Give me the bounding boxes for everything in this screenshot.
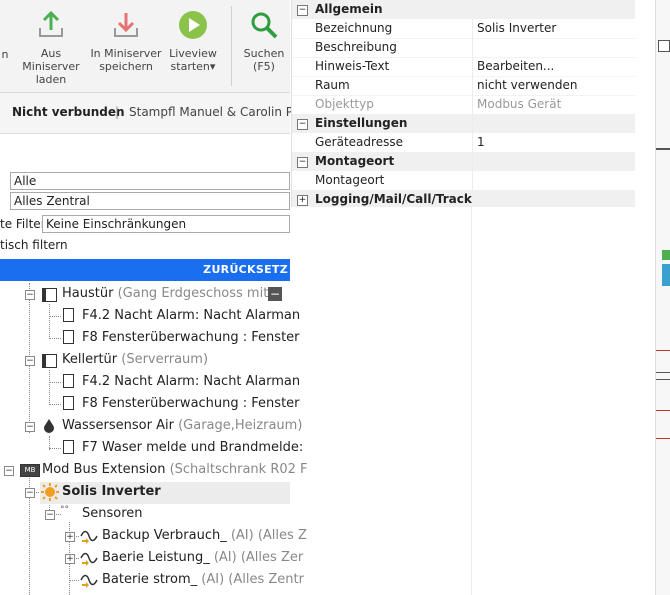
document-icon <box>63 396 74 410</box>
search-label: Suchen <box>243 47 285 60</box>
auto-filter-checkbox-label[interactable]: tisch filtern <box>0 238 68 252</box>
search-button[interactable]: Suchen (F5) <box>238 10 290 73</box>
project-name: Stampfl Manuel & Carolin Pro <box>129 105 305 119</box>
property-beschreibung[interactable]: Beschreibung <box>292 38 635 58</box>
property-grid: − Allgemein Bezeichnung Solis Inverter Be… <box>291 0 635 207</box>
category-filter-value: Alles Zentral <box>14 194 90 208</box>
collapse-toggle[interactable]: − <box>25 422 35 432</box>
close-icon[interactable] <box>658 40 670 52</box>
collapse-toggle[interactable]: − <box>45 510 55 520</box>
expand-toggle[interactable]: + <box>65 532 75 542</box>
property-geraeteadresse[interactable]: Geräteadresse 1 <box>292 133 635 153</box>
collapse-toggle[interactable]: − <box>297 119 308 130</box>
collapse-toggle[interactable]: − <box>25 488 35 498</box>
tree-item-fenster-2[interactable]: F8 Fensterüberwachung : Fenster <box>82 393 300 415</box>
property-hinweis-text[interactable]: Hinweis-Text Bearbeiten... <box>292 57 635 77</box>
tree-item-nacht-alarm-1[interactable]: F4.2 Nacht Alarm: Nacht Alarman <box>82 305 300 327</box>
cut-button[interactable]: n <box>0 48 10 61</box>
sensor-group-icon: °° <box>60 505 69 515</box>
status-separator: | <box>115 105 120 119</box>
room-filter-dropdown[interactable]: Alle <box>10 172 290 190</box>
tree-item-solis-inverter[interactable]: Solis Inverter <box>62 481 161 503</box>
analog-input-icon <box>80 552 98 566</box>
property-bezeichnung[interactable]: Bezeichnung Solis Inverter <box>292 19 635 39</box>
minus-icon[interactable]: − <box>268 287 282 301</box>
category-montageort[interactable]: − Montageort <box>292 152 635 171</box>
tree-item-baterie-strom[interactable]: Baterie strom_ (AI) (Alles Zentr <box>102 569 304 591</box>
ribbon-toolbar: n Aus Miniserver laden In Miniserver spe… <box>0 0 290 93</box>
cut-label: n <box>1 48 9 61</box>
reset-label: ZURÜCKSETZ <box>203 263 288 276</box>
document-icon <box>63 308 74 322</box>
collapse-toggle[interactable]: − <box>25 356 35 366</box>
document-icon <box>63 440 74 454</box>
extension-icon: MB <box>20 464 40 477</box>
upload-label: In Miniserver speichern <box>90 47 162 73</box>
collapse-toggle[interactable]: − <box>4 466 14 476</box>
tree-item-haustuer[interactable]: Haustür (Gang Erdgeschoss mit S <box>62 283 281 305</box>
connection-status: Nicht verbunden <box>12 105 125 119</box>
tree-item-fenster-1[interactable]: F8 Fensterüberwachung : Fenster <box>82 327 300 349</box>
chevron-down-icon[interactable]: ▾ <box>210 60 216 73</box>
tree-item-modbus-extension[interactable]: Mod Bus Extension (Schaltschrank R02 F <box>42 459 308 481</box>
expand-toggle[interactable]: + <box>297 195 308 206</box>
tree-item-nacht-alarm-2[interactable]: F4.2 Nacht Alarm: Nacht Alarman <box>82 371 300 393</box>
analog-input-icon <box>80 530 98 544</box>
connection-status-bar: Nicht verbunden | Stampfl Manuel & Carol… <box>0 93 305 134</box>
block-connector-icon <box>662 264 670 286</box>
tree-item-waser-melde[interactable]: F7 Waser melde und Brandmelde: <box>82 437 303 459</box>
collapse-toggle[interactable]: − <box>297 5 308 16</box>
property-objekttyp: Objekttyp Modbus Gerät <box>292 95 635 115</box>
property-montageort[interactable]: Montageort <box>292 171 635 191</box>
door-contact-icon <box>42 288 57 302</box>
search-icon <box>251 12 278 39</box>
category-allgemein[interactable]: − Allgemein <box>292 0 635 19</box>
collapse-toggle[interactable]: − <box>297 157 308 168</box>
block-connector-icon <box>662 250 670 260</box>
liveview-start-button[interactable]: Liveview starten▾ <box>162 10 224 73</box>
room-filter-value: Alle <box>14 174 37 188</box>
filter-value: Keine Einschränkungen <box>46 217 187 231</box>
save-to-miniserver-button[interactable]: In Miniserver speichern <box>90 10 162 73</box>
play-icon <box>179 11 207 39</box>
door-contact-icon <box>42 354 57 368</box>
tree-item-baerie-leistung[interactable]: Baerie Leistung_ (AI) (Alles Zer <box>102 547 303 569</box>
tree-item-wassersensor[interactable]: Wassersensor Air (Garage,Heizraum) <box>62 415 302 437</box>
collapse-toggle[interactable]: − <box>25 290 35 300</box>
property-raum[interactable]: Raum nicht verwenden <box>292 76 635 96</box>
reset-filter-button[interactable]: ZURÜCKSETZ <box>0 259 290 281</box>
expand-toggle[interactable]: + <box>65 554 75 564</box>
document-icon <box>63 330 74 344</box>
search-shortcut: (F5) <box>253 60 275 73</box>
category-logging[interactable]: + Logging/Mail/Call/Track <box>292 190 635 207</box>
upload-icon <box>114 13 138 37</box>
category-filter-dropdown[interactable]: Alles Zentral <box>10 192 290 210</box>
tree-item-backup-verbrauch[interactable]: Backup Verbrauch_ (AI) (Alles Z <box>102 525 307 547</box>
canvas-edge <box>655 0 670 595</box>
document-icon <box>63 374 74 388</box>
category-einstellungen[interactable]: − Einstellungen <box>292 114 635 133</box>
filter-dropdown[interactable]: Keine Einschränkungen <box>42 215 290 233</box>
sun-icon <box>41 483 59 501</box>
download-label: Aus Miniserver laden <box>22 47 80 86</box>
filter-label: te Filter <box>0 217 46 231</box>
tree-item-sensoren[interactable]: Sensoren <box>82 503 143 525</box>
download-icon <box>39 10 63 37</box>
tree-item-kellertuer[interactable]: Kellertür (Serverraum) <box>62 349 208 371</box>
water-drop-icon <box>44 419 54 433</box>
analog-input-icon <box>80 574 98 588</box>
download-from-miniserver-button[interactable]: Aus Miniserver laden <box>12 10 90 86</box>
